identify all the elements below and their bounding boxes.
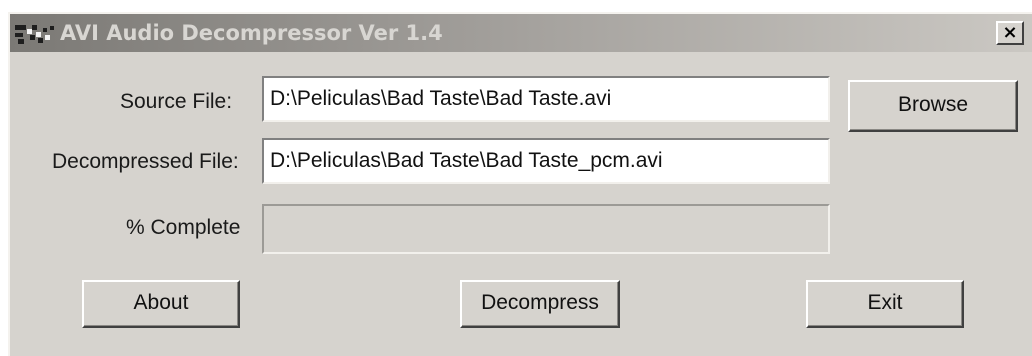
exit-button[interactable]: Exit (806, 280, 964, 328)
close-button[interactable]: × (996, 21, 1024, 45)
app-window: AVI Audio Decompressor Ver 1.4 × Source … (8, 12, 1032, 356)
decompressed-file-label: Decompressed File: (52, 150, 239, 173)
title-bar[interactable]: AVI Audio Decompressor Ver 1.4 × (10, 14, 1032, 52)
app-icon (15, 25, 54, 44)
progress-label: % Complete (126, 216, 241, 239)
progress-bar (262, 204, 830, 254)
decompress-button[interactable]: Decompress (460, 280, 620, 328)
close-icon: × (1002, 22, 1018, 43)
source-file-input[interactable] (262, 76, 830, 122)
about-button[interactable]: About (82, 280, 240, 328)
browse-button[interactable]: Browse (848, 80, 1018, 132)
source-file-label: Source File: (120, 90, 233, 113)
decompressed-file-input[interactable] (262, 138, 830, 184)
window-title: AVI Audio Decompressor Ver 1.4 (60, 21, 443, 45)
